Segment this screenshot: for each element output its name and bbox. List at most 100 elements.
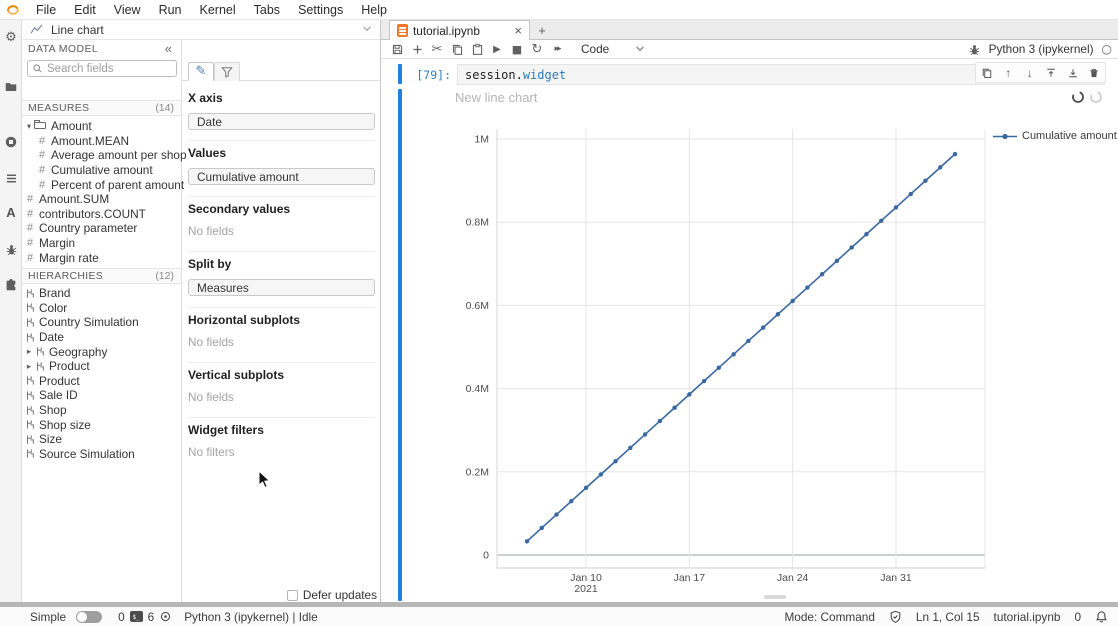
tab-fields[interactable]: ✎ <box>188 62 214 81</box>
measure-item[interactable]: # contributors.COUNT <box>22 207 181 222</box>
hierarchy-item[interactable]: Size <box>22 432 181 447</box>
defer-updates-label: Defer updates <box>303 588 377 602</box>
kernel-status-icon[interactable]: ○ <box>1102 42 1112 56</box>
measure-type-icon: # <box>36 149 48 161</box>
cell-type-value: Code <box>581 42 609 56</box>
output-collapser[interactable] <box>398 89 402 601</box>
table-of-contents-icon[interactable] <box>0 168 22 188</box>
cut-cells-button[interactable]: ✂ <box>427 40 447 58</box>
active-file-name: tutorial.ipynb <box>994 610 1061 624</box>
duplicate-cell-icon[interactable] <box>978 64 996 82</box>
svg-text:1M: 1M <box>474 134 489 146</box>
new-tab-button[interactable]: + <box>534 22 550 38</box>
widget-type-selector[interactable]: Line chart <box>22 20 380 40</box>
tree-caret-icon[interactable]: ▾ <box>24 121 34 132</box>
field-chip[interactable]: Cumulative amount <box>188 168 375 185</box>
cursor-position[interactable]: Ln 1, Col 15 <box>916 610 980 624</box>
editor-section: Values Cumulative amount <box>188 141 375 196</box>
bell-icon[interactable] <box>1095 610 1108 624</box>
measure-item[interactable]: # Amount.SUM <box>22 192 181 207</box>
menu-item[interactable]: Run <box>150 0 191 19</box>
measures-header[interactable]: MEASURES (14) <box>22 100 181 116</box>
field-chip[interactable]: Date <box>188 113 375 130</box>
menu-item[interactable]: Tabs <box>245 0 289 19</box>
hierarchy-item[interactable]: Product <box>22 374 181 389</box>
hierarchy-item[interactable]: Shop size <box>22 417 181 432</box>
measure-label: contributors.COUNT <box>39 207 146 221</box>
hierarchy-item[interactable]: Shop <box>22 403 181 418</box>
simple-mode-toggle[interactable] <box>76 611 102 623</box>
debugger-bug-icon[interactable] <box>968 43 981 56</box>
measure-type-icon: f <box>34 122 46 129</box>
widget-editor-icon[interactable]: ⚙ <box>0 27 22 47</box>
hierarchy-item[interactable]: Source Simulation <box>22 447 181 462</box>
menu-item[interactable]: View <box>105 0 150 19</box>
field-chip[interactable]: Measures <box>188 279 375 296</box>
chart-fields-pane: ✎ X axis Date Values Cumulative amount S… <box>182 40 381 606</box>
menu-item[interactable]: Kernel <box>191 0 245 19</box>
paste-cells-button[interactable] <box>467 40 487 58</box>
menu-item[interactable]: Edit <box>65 0 105 19</box>
line-chart-svg[interactable]: 00.2M0.4M0.6M0.8M1MJan 102021Jan 17Jan 2… <box>440 121 990 599</box>
hierarchy-item[interactable]: Color <box>22 301 181 316</box>
hierarchy-label: Product <box>39 374 80 388</box>
measure-item[interactable]: # Margin rate <box>22 250 181 265</box>
insert-cell-button[interactable] <box>407 40 427 58</box>
defer-updates-checkbox[interactable] <box>287 590 298 601</box>
menu-item[interactable]: File <box>27 0 65 19</box>
collapse-panel-icon[interactable]: « <box>165 41 172 56</box>
menu-item[interactable]: Help <box>352 0 396 19</box>
measures-count: (14) <box>155 102 174 114</box>
hierarchy-label: Geography <box>49 345 107 359</box>
measure-item[interactable]: # Amount.MEAN <box>22 134 181 149</box>
insert-cell-below-icon[interactable] <box>1064 64 1082 82</box>
insert-cell-above-icon[interactable] <box>1042 64 1060 82</box>
debugger-bug-icon[interactable] <box>0 239 22 259</box>
toggle-knob <box>77 612 87 622</box>
scrollbar-handle[interactable] <box>764 595 786 599</box>
menu-item[interactable]: Settings <box>289 0 352 19</box>
hierarchy-item[interactable]: ▸ Geography <box>22 344 181 359</box>
hierarchies-header[interactable]: HIERARCHIES (12) <box>22 268 181 284</box>
measure-item[interactable]: # Country parameter <box>22 221 181 236</box>
mode-indicator[interactable]: Mode: Command <box>784 610 874 624</box>
folder-icon[interactable] <box>0 77 22 97</box>
tab-filters[interactable] <box>214 62 240 81</box>
move-cell-up-icon[interactable]: ↑ <box>999 64 1017 82</box>
kernel-status-text[interactable]: Python 3 (ipykernel) | Idle <box>184 610 318 624</box>
measure-item[interactable]: # Margin <box>22 236 181 251</box>
restart-run-all-button[interactable]: ▸▸ <box>547 40 567 58</box>
running-sessions-icon[interactable] <box>0 132 22 152</box>
search-fields-input[interactable]: Search fields <box>27 60 177 77</box>
measure-item[interactable]: # Cumulative amount <box>22 163 181 178</box>
hierarchy-item[interactable]: Sale ID <box>22 388 181 403</box>
hierarchy-item[interactable]: Brand <box>22 286 181 301</box>
kernel-name-button[interactable]: Python 3 (ipykernel) <box>989 42 1094 56</box>
hierarchy-item[interactable]: ▸ Product <box>22 359 181 374</box>
stop-kernel-button[interactable]: ■ <box>507 40 527 58</box>
restart-kernel-button[interactable]: ↻ <box>527 40 547 58</box>
save-button[interactable] <box>387 40 407 58</box>
section-title: Widget filters <box>188 423 375 437</box>
copy-cells-button[interactable] <box>447 40 467 58</box>
notebook-file-icon <box>397 24 408 37</box>
run-cell-button[interactable]: ▶ <box>487 40 507 58</box>
measure-item[interactable]: # Average amount per shop <box>22 148 181 163</box>
delete-cell-icon[interactable] <box>1085 64 1103 82</box>
hierarchy-icon <box>24 405 36 416</box>
hierarchy-item[interactable]: Date <box>22 330 181 345</box>
measure-item[interactable]: # Percent of parent amount <box>22 177 181 192</box>
chart-legend[interactable]: Cumulative amount <box>992 130 1117 142</box>
tree-caret-icon[interactable]: ▸ <box>24 346 34 357</box>
hierarchy-item[interactable]: Country Simulation <box>22 315 181 330</box>
extensions-puzzle-icon[interactable] <box>0 275 22 295</box>
tab-tutorial-ipynb[interactable]: tutorial.ipynb × <box>389 20 530 40</box>
pencil-icon: ✎ <box>196 64 207 79</box>
close-tab-icon[interactable]: × <box>514 26 522 36</box>
atoti-panel-icon[interactable]: A <box>0 202 22 222</box>
tree-caret-icon[interactable]: ▸ <box>24 361 34 372</box>
measure-label: Average amount per shop <box>51 148 187 162</box>
measure-item[interactable]: ▾ f Amount <box>22 119 181 134</box>
cell-type-dropdown[interactable]: Code <box>581 42 645 56</box>
move-cell-down-icon[interactable]: ↓ <box>1021 64 1039 82</box>
